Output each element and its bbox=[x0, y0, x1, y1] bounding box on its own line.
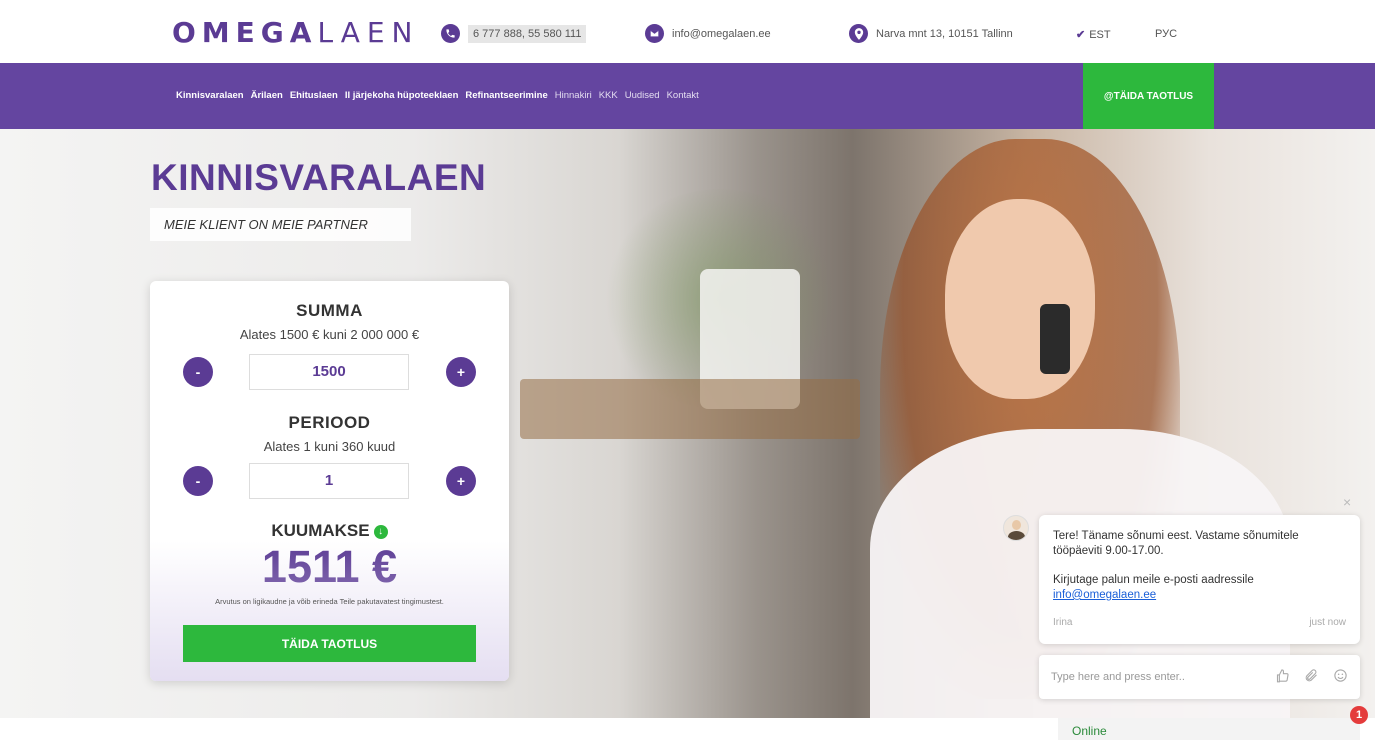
chat-input-placeholder[interactable]: Type here and press enter.. bbox=[1051, 671, 1185, 683]
chat-message-meta: Irina just now bbox=[1053, 616, 1346, 629]
chat-close-icon[interactable]: × bbox=[1343, 494, 1351, 510]
agent-avatar bbox=[1003, 515, 1029, 541]
email-contact[interactable]: info@omegalaen.ee bbox=[645, 24, 771, 43]
email-address[interactable]: info@omegalaen.ee bbox=[672, 28, 771, 40]
monthly-payment-label: KUUMAKSE ↓ bbox=[150, 521, 509, 541]
unread-badge: 1 bbox=[1350, 706, 1368, 724]
paperclip-icon[interactable] bbox=[1304, 668, 1319, 686]
nav-item-refinantseerimine[interactable]: Refinantseerimine bbox=[465, 90, 547, 101]
amount-minus-button[interactable]: - bbox=[183, 357, 213, 387]
chat-input-actions bbox=[1275, 668, 1348, 686]
nav-item-hupoteeklaen[interactable]: II järjekoha hüpoteeklaen bbox=[345, 90, 459, 101]
nav-item-hinnakiri[interactable]: Hinnakiri bbox=[555, 90, 592, 101]
chat-status-bar[interactable]: Online bbox=[1058, 718, 1360, 740]
period-input[interactable]: 1 bbox=[249, 463, 409, 499]
nav-item-kinnisvaralaen[interactable]: Kinnisvaralaen bbox=[176, 90, 244, 101]
loan-calculator: SUMMA Alates 1500 € kuni 2 000 000 € - 1… bbox=[150, 281, 509, 681]
nav-item-kkk[interactable]: KKK bbox=[599, 90, 618, 101]
monthly-label-text: KUUMAKSE bbox=[271, 521, 370, 540]
nav-apply-button[interactable]: @TÄIDA TAOTLUS bbox=[1083, 63, 1214, 129]
hero-phone bbox=[1040, 304, 1070, 374]
phone-icon bbox=[441, 24, 460, 43]
lang-est-label: EST bbox=[1089, 29, 1111, 41]
amount-input[interactable]: 1500 bbox=[249, 354, 409, 390]
lang-rus-label: РУС bbox=[1155, 28, 1178, 40]
smiley-icon[interactable] bbox=[1333, 668, 1348, 686]
period-plus-button[interactable]: + bbox=[446, 466, 476, 496]
lang-est[interactable]: ✔ EST bbox=[1076, 28, 1111, 41]
top-bar: OMEGALAEN 6 777 888, 55 580 111 info@ome… bbox=[0, 0, 1375, 63]
chat-email-link[interactable]: info@omegalaen.ee bbox=[1053, 589, 1156, 601]
hero-tagline: MEIE KLIENT ON MEIE PARTNER bbox=[150, 208, 411, 241]
avatar-body bbox=[1008, 531, 1025, 540]
nav-item-ehituslaen[interactable]: Ehituslaen bbox=[290, 90, 338, 101]
logo-bold: OMEGA bbox=[172, 16, 318, 49]
phone-contact[interactable]: 6 777 888, 55 580 111 bbox=[441, 24, 587, 43]
lang-rus[interactable]: РУС bbox=[1155, 28, 1177, 40]
amount-plus-button[interactable]: + bbox=[446, 357, 476, 387]
phone-number[interactable]: 6 777 888, 55 580 111 bbox=[468, 24, 587, 43]
period-range: Alates 1 kuni 360 kuud bbox=[263, 439, 396, 454]
avatar-head bbox=[1012, 520, 1021, 530]
hero-shelf bbox=[520, 379, 860, 439]
period-title: PERIOOD bbox=[288, 413, 371, 432]
logo-light: LAEN bbox=[317, 16, 420, 49]
nav-item-kontakt[interactable]: Kontakt bbox=[667, 90, 699, 101]
envelope-icon bbox=[645, 24, 664, 43]
map-pin-icon bbox=[849, 24, 868, 43]
amount-title: SUMMA bbox=[296, 301, 363, 320]
nav-items: Kinnisvaralaen Ärilaen Ehituslaen II jär… bbox=[176, 90, 699, 101]
amount-range: Alates 1500 € kuni 2 000 000 € bbox=[239, 327, 420, 342]
chat-timestamp: just now bbox=[1309, 617, 1346, 628]
chat-message-line1: Tere! Täname sõnumi eest. Vastame sõnumi… bbox=[1053, 530, 1299, 557]
chat-message-line2: Kirjutage palun meile e-posti aadressile bbox=[1053, 573, 1254, 586]
logo[interactable]: OMEGALAEN bbox=[172, 16, 420, 49]
nav-item-uudised[interactable]: Uudised bbox=[625, 90, 660, 101]
chat-input[interactable]: Type here and press enter.. bbox=[1039, 655, 1360, 699]
calculator-disclaimer: Arvutus on ligikaudne ja võib erineda Te… bbox=[215, 597, 444, 606]
check-icon: ✔ bbox=[1076, 29, 1086, 41]
thumbs-up-icon[interactable] bbox=[1275, 668, 1290, 686]
download-circle-icon[interactable]: ↓ bbox=[373, 524, 388, 539]
monthly-payment-value: 1511 € bbox=[261, 541, 398, 592]
address-text: Narva mnt 13, 10151 Tallinn bbox=[876, 27, 1013, 40]
nav-item-arilaen[interactable]: Ärilaen bbox=[251, 90, 283, 101]
chat-message: Tere! Täname sõnumi eest. Vastame sõnumi… bbox=[1039, 515, 1360, 644]
hero-person-face bbox=[945, 199, 1095, 399]
chat-agent-name: Irina bbox=[1053, 617, 1073, 628]
apply-button[interactable]: TÄIDA TAOTLUS bbox=[183, 625, 476, 662]
hero-title: KINNISVARALAEN bbox=[151, 157, 487, 198]
period-minus-button[interactable]: - bbox=[183, 466, 213, 496]
address-contact: Narva mnt 13, 10151 Tallinn bbox=[849, 24, 1013, 43]
